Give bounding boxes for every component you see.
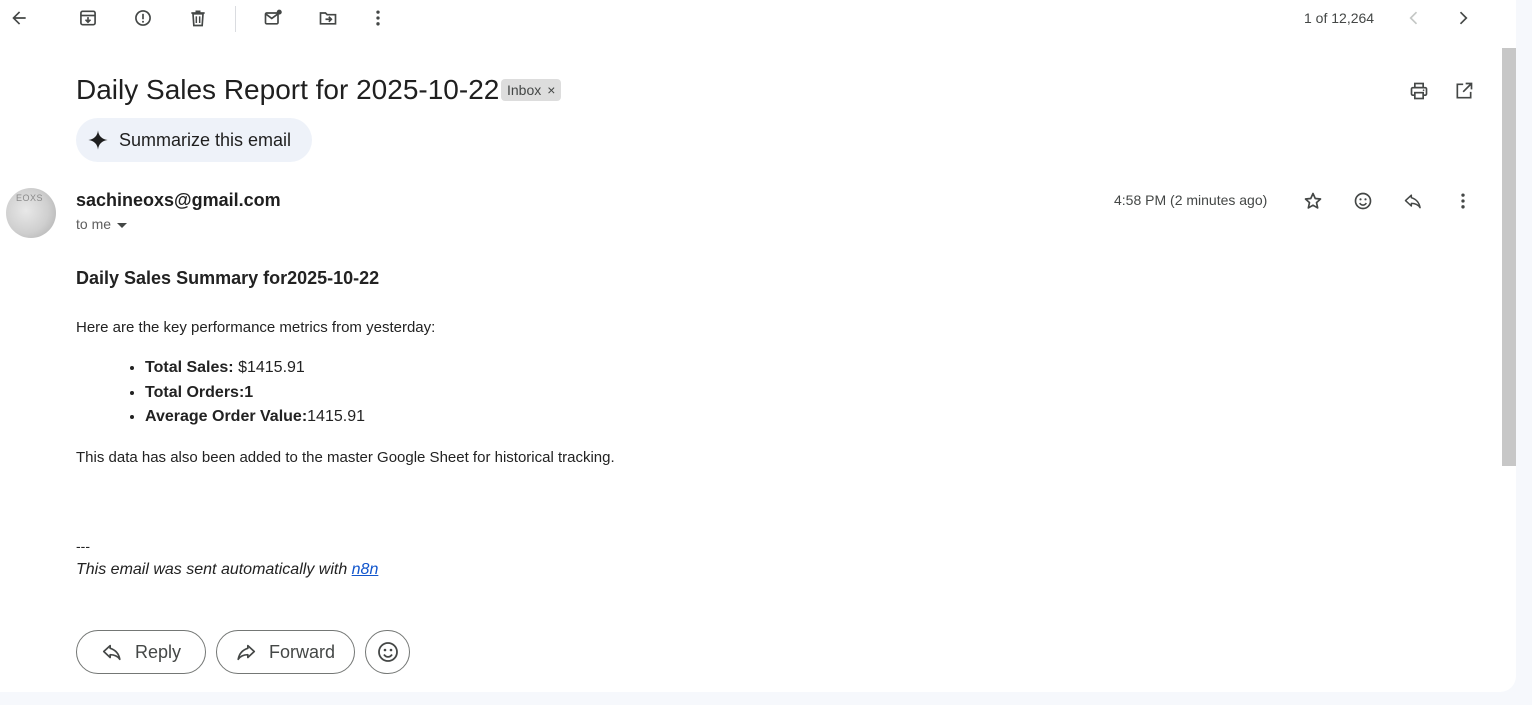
reply-label: Reply: [135, 641, 182, 662]
metric-label: Average Order Value:: [145, 408, 308, 425]
more-vert-icon[interactable]: [360, 0, 396, 36]
timestamp: 4:58 PM (2 minutes ago): [1114, 192, 1268, 208]
email-body: Daily Sales Summary for2025-10-22 Here a…: [76, 268, 976, 578]
open-in-new-window-icon[interactable]: [1446, 73, 1482, 109]
show-details-caret-icon[interactable]: [117, 222, 128, 228]
move-to-icon[interactable]: [310, 0, 346, 36]
forward-label: Forward: [269, 641, 336, 662]
avatar-text: EOXS: [16, 193, 44, 203]
back-arrow-icon[interactable]: [1, 0, 37, 36]
scrollbar-thumb[interactable]: [1502, 48, 1516, 466]
report-spam-icon[interactable]: [125, 0, 161, 36]
automation-footer: This email was sent automatically with n…: [76, 561, 378, 579]
metric-value: $1415.91: [233, 359, 305, 376]
archive-icon[interactable]: [70, 0, 106, 36]
email-subject: Daily Sales Report for 2025-10-22: [76, 74, 500, 105]
mark-unread-icon[interactable]: [255, 0, 291, 36]
recipient-line: to me: [76, 216, 128, 232]
reply-arrow-icon: [102, 644, 121, 661]
message-more-icon[interactable]: [1445, 183, 1481, 219]
forward-arrow-icon: [237, 644, 256, 661]
body-intro: Here are the key performance metrics fro…: [76, 319, 436, 336]
recipient-text: to me: [76, 216, 112, 232]
metric-total-orders: Total Orders:1: [145, 381, 365, 406]
delete-icon[interactable]: [180, 0, 216, 36]
toolbar-divider: [235, 6, 236, 32]
summarize-label: Summarize this email: [119, 129, 292, 150]
metric-value: 1415.91: [307, 408, 365, 425]
signature-separator: ---: [76, 538, 90, 554]
avatar[interactable]: EOXS: [6, 188, 56, 238]
metrics-list: Total Sales: $1415.91 Total Orders:1 Ave…: [76, 356, 365, 430]
metric-total-sales: Total Sales: $1415.91: [145, 356, 365, 381]
n8n-link[interactable]: n8n: [352, 561, 379, 578]
remove-label-icon[interactable]: ×: [547, 82, 555, 98]
reply-icon[interactable]: [1395, 183, 1431, 219]
pager-count: 1 of 12,264: [1304, 10, 1375, 26]
footer-text: This email was sent automatically with: [76, 561, 352, 578]
emoji-icon: [377, 642, 398, 662]
reply-button[interactable]: Reply: [76, 630, 206, 674]
inbox-label-chip[interactable]: Inbox ×: [501, 79, 562, 101]
email-view: 1 of 12,264 Daily Sales Report for 2025-…: [0, 0, 1516, 692]
emoji-reaction-button[interactable]: [365, 630, 410, 674]
body-note: This data has also been added to the mas…: [76, 449, 615, 466]
sender-email[interactable]: sachineoxs@gmail.com: [76, 190, 281, 211]
body-heading: Daily Sales Summary for2025-10-22: [76, 268, 380, 288]
metric-label: Total Sales:: [145, 359, 234, 376]
older-chevron-icon[interactable]: [1445, 0, 1481, 36]
print-icon[interactable]: [1401, 73, 1437, 109]
sparkle-icon: [88, 130, 108, 150]
forward-button[interactable]: Forward: [216, 630, 355, 674]
metric-label: Total Orders:1: [145, 383, 254, 401]
label-text: Inbox: [507, 82, 542, 98]
star-icon[interactable]: [1295, 183, 1331, 219]
add-reaction-icon[interactable]: [1345, 183, 1381, 219]
summarize-email-button[interactable]: Summarize this email: [76, 118, 312, 162]
newer-chevron-icon[interactable]: [1396, 0, 1432, 36]
metric-average-order-value: Average Order Value:1415.91: [145, 405, 365, 430]
